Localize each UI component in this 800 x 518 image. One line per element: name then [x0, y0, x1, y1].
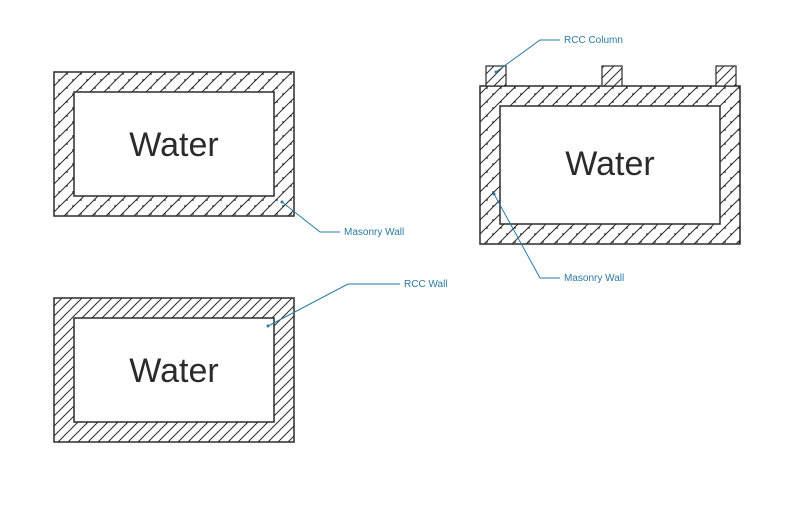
water-label-top-left: Water	[129, 126, 218, 164]
callout-text-rcc-wall: RCC Wall	[404, 279, 448, 290]
callout-text-rcc-column: RCC Column	[564, 35, 623, 46]
rcc-column-stub	[486, 66, 506, 86]
rcc-column-stub	[602, 66, 622, 86]
callout-text-masonry-wall-right: Masonry Wall	[564, 273, 624, 284]
diagram-canvas: Water Masonry Wall Water RCC Wall Water …	[0, 0, 800, 518]
tank-top-left: Water	[54, 72, 294, 216]
callout-masonry-wall-left: Masonry Wall	[281, 201, 405, 239]
tank-bottom-left: Water	[54, 298, 294, 442]
water-label-bottom-left: Water	[129, 352, 218, 390]
callout-text-masonry-wall-left: Masonry Wall	[344, 227, 404, 238]
water-label-right: Water	[565, 145, 654, 183]
tank-right: Water	[480, 66, 740, 244]
rcc-column-stub	[716, 66, 736, 86]
